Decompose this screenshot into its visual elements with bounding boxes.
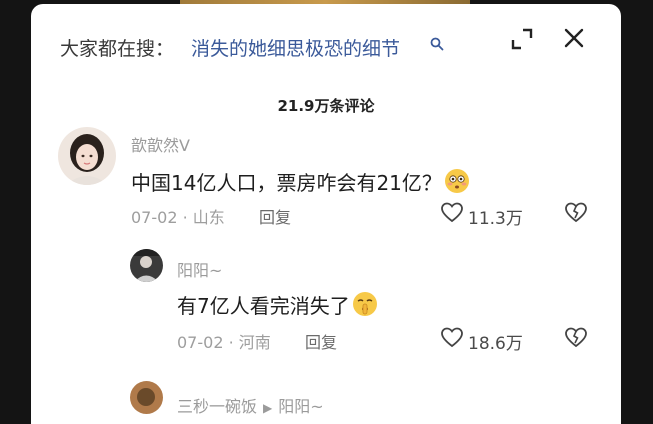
comment-username[interactable]: 阳阳~ [177, 257, 222, 281]
comment-username: 三秒一碗饭 ▶ 阳阳~ [177, 393, 324, 417]
comment-count: 21.9万条评论 [277, 97, 375, 115]
search-suggestion-link[interactable]: 消失的她细思极恐的细节 [191, 34, 400, 61]
comments-header: 大家都在搜： 消失的她细思极恐的细节 [31, 4, 621, 84]
comment-text: 有7亿人看完消失了 [177, 290, 378, 319]
reply-button[interactable]: 回复 [259, 204, 291, 228]
avatar[interactable] [130, 249, 163, 282]
search-suggestion-prefix: 大家都在搜： [60, 38, 175, 60]
shushing-face-emoji-icon [352, 292, 377, 316]
heart-icon[interactable] [440, 326, 464, 348]
heart-icon[interactable] [440, 201, 464, 223]
comment-date-location: 07-02 · 山东 [131, 208, 225, 227]
comment-text-body: 中国14亿人口，票房咋会有21亿？ [131, 171, 442, 195]
avatar[interactable] [130, 381, 163, 414]
close-icon[interactable] [561, 25, 587, 51]
broken-heart-icon[interactable] [564, 326, 588, 348]
comment-text-body: 有7亿人看完消失了 [177, 294, 350, 318]
comment-username[interactable]: 歆歆然V [131, 132, 190, 156]
broken-heart-icon[interactable] [564, 201, 588, 223]
like-count: 11.3万 [468, 209, 523, 229]
comments-sheet: 大家都在搜： 消失的她细思极恐的细节 21.9万条评论 歆歆然V 中国14亿人口… [31, 4, 621, 424]
expand-icon[interactable] [509, 26, 535, 52]
comment-text: 中国14亿人口，票房咋会有21亿？ [131, 167, 470, 196]
comment-date-location: 07-02 · 河南 [177, 333, 271, 352]
reply-arrow-icon: ▶ [263, 401, 273, 415]
reply-author[interactable]: 三秒一碗饭 [177, 397, 257, 416]
search-icon[interactable] [430, 37, 444, 51]
like-count: 18.6万 [468, 334, 523, 354]
reply-button[interactable]: 回复 [305, 329, 337, 353]
flushed-face-emoji-icon [444, 169, 469, 193]
avatar[interactable] [58, 127, 116, 185]
reply-target[interactable]: 阳阳~ [278, 397, 323, 416]
